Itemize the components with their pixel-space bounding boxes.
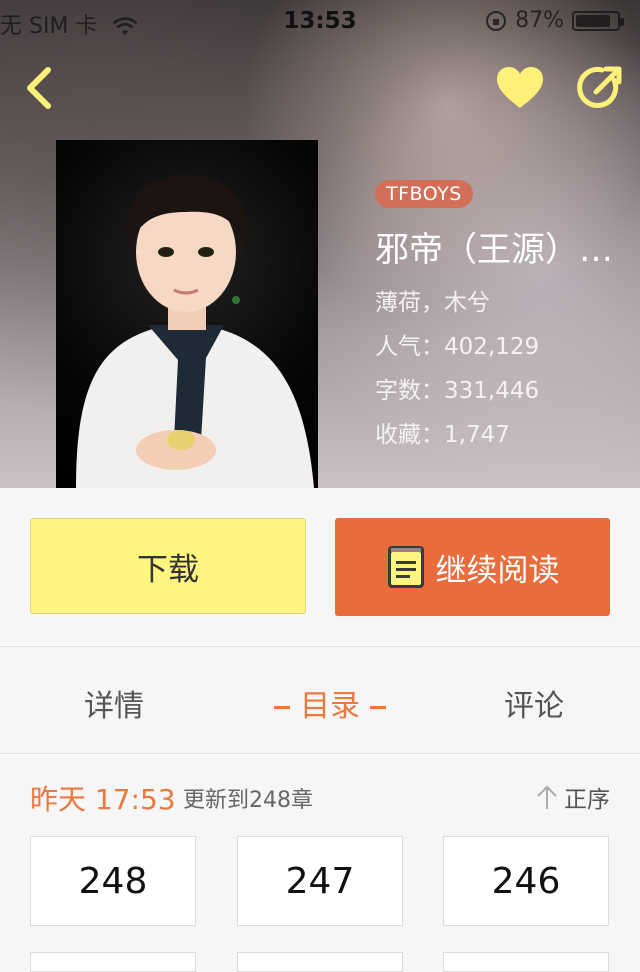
share-icon[interactable] [574,62,626,114]
book-header: 无 SIM 卡 13:53 87% TFBOYS 邪帝（王源）… 薄荷，木兮 人… [0,0,640,488]
popularity-stat: 人气：402,129 [375,334,540,360]
chapter-item[interactable]: 246 [443,836,609,926]
cover-portrait-icon [76,175,314,488]
chapter-item-partial[interactable] [443,952,609,972]
book-info: TFBOYS 邪帝（王源）… 薄荷，木兮 人气：402,129 字数：331,4… [375,180,635,449]
battery-icon [572,10,624,31]
battery-label: 87% [515,8,564,33]
back-icon[interactable] [18,62,62,114]
book-cover[interactable] [56,140,318,488]
download-button[interactable]: 下载 [30,518,306,614]
rotation-lock-icon [486,10,507,31]
tab-contents[interactable]: 目录 [264,681,396,725]
status-bar: 无 SIM 卡 13:53 87% [0,0,640,40]
book-title: 邪帝（王源）… [375,230,613,270]
continue-reading-label: 继续阅读 [435,552,560,589]
chapter-item[interactable]: 247 [237,836,403,926]
tab-contents-label: 目录 [300,689,360,724]
word-count-stat: 字数：331,446 [375,378,540,404]
heart-icon[interactable] [494,64,546,112]
book-icon [387,546,424,588]
tab-comments[interactable]: 评论 [504,681,564,725]
download-label: 下载 [137,551,199,588]
update-status: 更新到248章 [183,788,313,813]
book-tag[interactable]: TFBOYS [375,180,473,208]
tab-bar: 详情 目录 评论 [0,647,640,754]
sort-button[interactable]: 正序 [536,780,610,814]
sort-label: 正序 [564,787,610,813]
book-author: 薄荷，木兮 [375,290,490,316]
tab-active-indicator-left [274,706,290,709]
arrow-up-icon [537,785,557,809]
update-time: 昨天 17:53 [30,783,176,816]
tab-active-indicator-right [370,706,386,709]
action-bar: 下载 继续阅读 [0,488,640,647]
update-row: 昨天 17:53 更新到248章 正序 [0,754,640,834]
tab-details[interactable]: 详情 [84,681,144,725]
continue-reading-button[interactable]: 继续阅读 [335,518,610,616]
chapter-item[interactable]: 248 [30,836,196,926]
favorites-stat: 收藏：1,747 [375,422,510,448]
chapter-item-partial[interactable] [237,952,403,972]
chapter-item-partial[interactable] [30,952,196,972]
